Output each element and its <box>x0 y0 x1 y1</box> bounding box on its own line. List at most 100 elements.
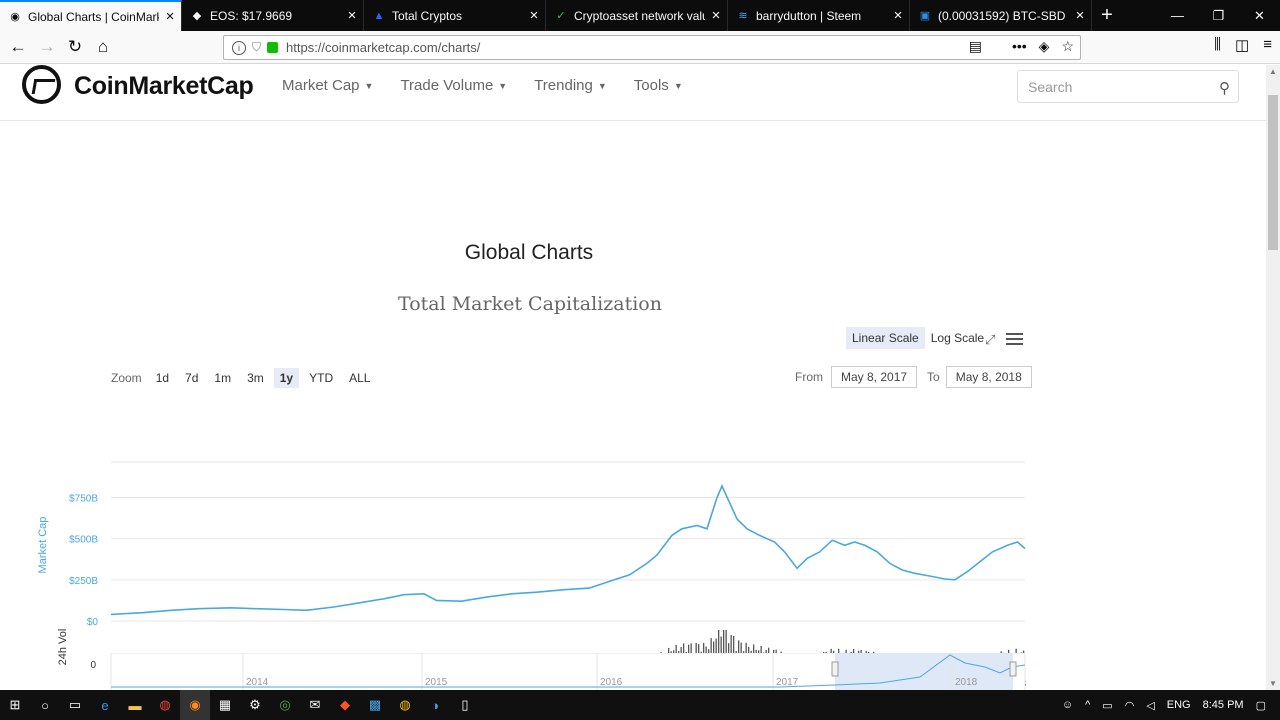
app3-icon[interactable]: ◑ <box>420 690 450 720</box>
navigator-tick-label: 2016 <box>600 677 623 688</box>
language-indicator[interactable]: ENG <box>1167 699 1191 711</box>
search-input[interactable]: Search ⚲ <box>1017 70 1239 103</box>
restore-icon[interactable]: ❐ <box>1198 0 1239 31</box>
tab-title: (0.00031592) BTC-SBD Steem <box>938 8 1069 23</box>
linear-scale-button[interactable]: Linear Scale <box>846 327 925 349</box>
minimize-icon[interactable]: — <box>1157 0 1198 31</box>
app-icon[interactable]: ⚙ <box>240 690 270 720</box>
site-header: CoinMarketCap Market Cap ▼ Trade Volume ▼ … <box>0 65 1266 121</box>
tab-global-charts[interactable]: ◉ Global Charts | CoinMarketCap × <box>0 0 182 31</box>
page-scrollbar[interactable]: ▲ ▼ <box>1266 65 1280 690</box>
chart-menu-icon[interactable] <box>1006 333 1023 345</box>
volume-icon[interactable]: ◁ <box>1146 699 1154 712</box>
nav-label: Trade Volume <box>400 77 494 94</box>
tracking-shield-icon[interactable]: ⛉ <box>252 40 261 55</box>
sidebar-icon[interactable]: ◫ <box>1235 36 1249 54</box>
cmc-logo-icon[interactable] <box>22 65 61 104</box>
tab-title: barrydutton | Steem <box>756 8 862 23</box>
tab-title: Global Charts | CoinMarketCap <box>28 9 159 24</box>
battery-icon[interactable]: ▭ <box>1102 699 1112 712</box>
tray-chevron-icon[interactable]: ^ <box>1085 699 1090 711</box>
bookmark-star-icon[interactable]: ☆ <box>1061 38 1074 55</box>
tab-eos[interactable]: ◆ EOS: $17.9669 × <box>182 0 364 31</box>
eos-icon: ◆ <box>192 9 202 22</box>
scale-switch: Linear Scale Log Scale <box>846 327 990 349</box>
nav-tools[interactable]: Tools ▼ <box>634 77 683 94</box>
address-bar[interactable]: i ⛉ https://coinmarketcap.com/charts/ ▤ … <box>223 35 1081 60</box>
y-tick-label: $0 <box>87 617 99 628</box>
edge-icon[interactable]: e <box>90 690 120 720</box>
close-window-icon[interactable]: ✕ <box>1239 0 1280 31</box>
navigator-chart[interactable]: 2014 2015 2016 2017 2018 <box>0 653 1060 690</box>
firefox-icon[interactable]: ◉ <box>180 690 210 720</box>
mail-icon[interactable]: ✉ <box>300 690 330 720</box>
market-cap-chart[interactable]: $0$250B$500B$750BMarket Cap24h Vol0Jun '… <box>0 385 1060 690</box>
wifi-icon[interactable]: ◠ <box>1125 699 1135 712</box>
nav-trade-volume[interactable]: Trade Volume ▼ <box>400 77 507 94</box>
zoom-label: Zoom <box>111 371 142 385</box>
close-tab-icon[interactable]: × <box>341 7 363 24</box>
nav-market-cap[interactable]: Market Cap ▼ <box>282 77 373 94</box>
notification-icon[interactable]: ▢ <box>1256 699 1266 712</box>
lock-icon[interactable] <box>267 42 279 53</box>
reader-view-icon[interactable]: ▤ <box>969 38 982 55</box>
log-scale-button[interactable]: Log Scale <box>925 327 990 349</box>
caret-down-icon: ▼ <box>597 81 607 92</box>
info-icon[interactable]: i <box>232 40 246 55</box>
chrome2-icon[interactable]: ◍ <box>390 690 420 720</box>
notepad-icon[interactable]: ▦ <box>210 690 240 720</box>
tab-bittrex[interactable]: ▣ (0.00031592) BTC-SBD Steem × <box>910 0 1092 31</box>
task-view-icon[interactable]: ▭ <box>60 690 90 720</box>
caret-down-icon: ▼ <box>498 81 508 92</box>
tab-total-cryptos[interactable]: ▲ Total Cryptos × <box>364 0 546 31</box>
main-nav: Market Cap ▼ Trade Volume ▼ Trending ▼ Tool… <box>282 77 683 94</box>
close-tab-icon[interactable]: × <box>705 7 727 24</box>
file-explorer-icon[interactable]: ▬ <box>120 690 150 720</box>
window-controls: — ❐ ✕ <box>1157 0 1280 31</box>
new-tab-icon[interactable]: + <box>1092 0 1122 31</box>
fullscreen-icon[interactable]: ⤢ <box>985 332 995 348</box>
cortana-icon[interactable]: ○ <box>30 690 60 720</box>
nav-label: Tools <box>633 77 669 94</box>
hamburger-menu-icon[interactable]: ≡ <box>1263 36 1272 54</box>
nav-trending[interactable]: Trending ▼ <box>534 77 607 94</box>
y-axis-title: Market Cap <box>37 517 49 574</box>
clock[interactable]: 8:45 PM <box>1203 699 1244 711</box>
nav-label: Trending <box>534 77 593 94</box>
brave-icon[interactable]: ◆ <box>330 690 360 720</box>
close-tab-icon[interactable]: × <box>523 7 545 24</box>
reload-icon[interactable]: ↻ <box>63 36 87 58</box>
close-tab-icon[interactable]: × <box>1069 7 1091 24</box>
chrome-icon[interactable]: ◍ <box>150 690 180 720</box>
navigator-tick-label: 2014 <box>246 677 269 688</box>
y-tick-label: $250B <box>69 576 98 587</box>
people-icon[interactable]: ☺ <box>1062 699 1073 711</box>
close-tab-icon[interactable]: × <box>159 8 181 25</box>
chart-title: Total Market Capitalization <box>398 293 662 315</box>
close-tab-icon[interactable]: × <box>887 7 909 24</box>
app2-icon[interactable]: ▩ <box>360 690 390 720</box>
scroll-up-icon[interactable]: ▲ <box>1266 67 1280 76</box>
tab-cryptoasset-network[interactable]: ✓ Cryptoasset network value × <box>546 0 728 31</box>
page-content: CoinMarketCap Market Cap ▼ Trade Volume ▼ … <box>0 65 1266 690</box>
url-text[interactable]: https://coinmarketcap.com/charts/ <box>286 40 480 55</box>
scrollbar-thumb[interactable] <box>1268 95 1278 250</box>
from-label: From <box>795 370 823 384</box>
pocket-icon[interactable]: ◈ <box>1039 38 1050 55</box>
windows-start-icon[interactable]: ⊞ <box>0 690 30 720</box>
navigator-handle-right <box>1009 661 1017 677</box>
nav-label: Market Cap <box>282 77 360 94</box>
search-icon[interactable]: ⚲ <box>1219 79 1230 97</box>
site-logo-text[interactable]: CoinMarketCap <box>74 72 254 101</box>
page-actions-icon[interactable]: ••• <box>1012 38 1027 55</box>
navigator-tick-label: 2018 <box>955 677 978 688</box>
home-icon[interactable]: ⌂ <box>91 36 115 58</box>
forward-icon[interactable]: → <box>35 36 59 58</box>
back-icon[interactable]: ← <box>6 36 30 58</box>
globe-icon[interactable]: ◎ <box>270 690 300 720</box>
tab-steem[interactable]: ≋ barrydutton | Steem × <box>728 0 910 31</box>
scroll-down-icon[interactable]: ▼ <box>1266 679 1280 688</box>
calculator-icon[interactable]: ▯ <box>450 690 480 720</box>
tab-strip: ◉ Global Charts | CoinMarketCap × ◆ EOS:… <box>0 0 1280 31</box>
library-icon[interactable]: ⫼ <box>1214 36 1221 54</box>
